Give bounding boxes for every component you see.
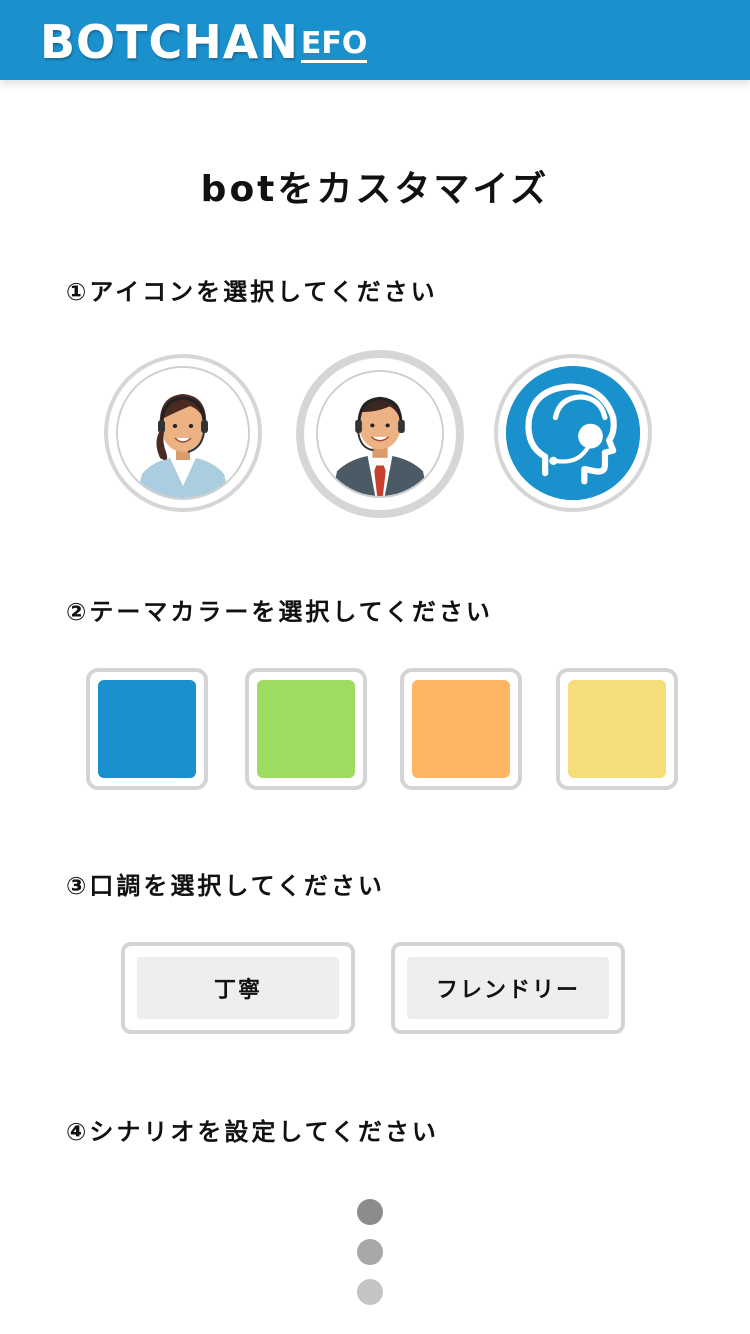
color-swatch [568, 680, 666, 778]
botchan-efo-logo[interactable]: BOTCHAN EFO [40, 14, 368, 69]
color-swatch [98, 680, 196, 778]
theme-color-yellow[interactable] [556, 668, 678, 790]
tone-friendly-button[interactable]: フレンドリー [391, 942, 625, 1034]
app-header: BOTCHAN EFO [0, 0, 750, 80]
female-operator-icon [116, 366, 250, 500]
loading-dot [357, 1279, 383, 1305]
icon-option-headset[interactable] [494, 354, 652, 512]
tone-friendly-label: フレンドリー [407, 957, 609, 1019]
color-swatch [412, 680, 510, 778]
headset-head-icon [506, 366, 640, 500]
color-swatch [257, 680, 355, 778]
loading-dot [357, 1199, 383, 1225]
icon-option-male[interactable] [296, 350, 464, 518]
tone-section-label: ③口調を選択してください [66, 872, 385, 900]
theme-color-blue[interactable] [86, 668, 208, 790]
theme-color-orange[interactable] [400, 668, 522, 790]
page-title: botをカスタマイズ [200, 169, 550, 210]
icon-section-label: ①アイコンを選択してください [66, 278, 438, 306]
logo-main-text: BOTCHAN [40, 15, 299, 69]
icon-option-female[interactable] [104, 354, 262, 512]
tone-polite-label: 丁寧 [137, 957, 339, 1019]
logo-sub-text: EFO [300, 26, 368, 63]
scenario-section-label: ④シナリオを設定してください [66, 1118, 439, 1146]
tone-polite-button[interactable]: 丁寧 [121, 942, 355, 1034]
theme-color-green[interactable] [245, 668, 367, 790]
male-operator-icon [316, 370, 444, 498]
theme-color-section-label: ②テーマカラーを選択してください [66, 598, 493, 626]
loading-dot [357, 1239, 383, 1265]
